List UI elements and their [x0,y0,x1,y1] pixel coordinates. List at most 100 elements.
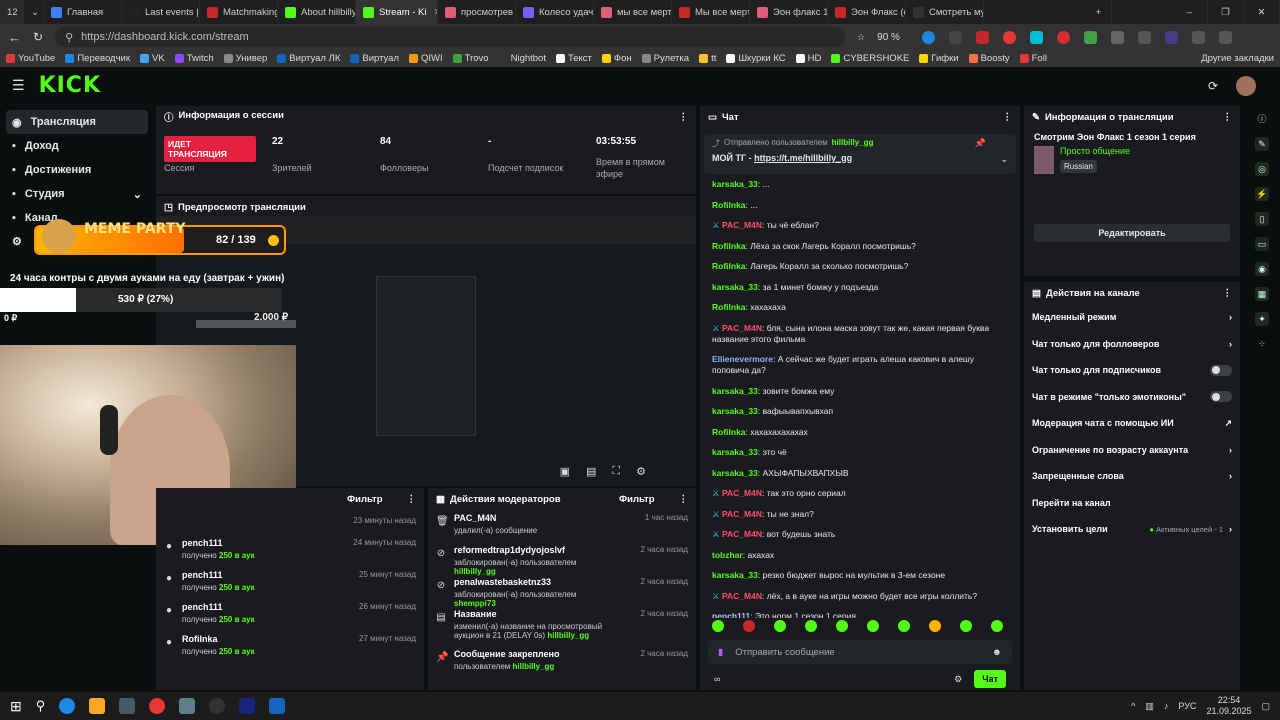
extension-icon[interactable] [1083,30,1097,44]
chat-message[interactable]: karsaka_33: ... [700,178,1020,191]
clock[interactable]: 22:54 21.09.2025 [1206,695,1251,717]
emote-icon[interactable] [805,620,817,632]
sidebar-item-studio[interactable]: ▪ Студия ⌄ [0,182,154,206]
chat-username[interactable]: karsaka_33 [712,447,758,457]
chat-username[interactable]: Rofilnka [712,302,746,312]
browser-tab[interactable]: Last events | [122,0,200,24]
extension-icon[interactable] [1029,30,1043,44]
sidebar-item-stream[interactable]: ◉ Трансляция [6,110,148,134]
more-options-icon[interactable]: ⋮ [679,112,689,123]
bookmark-item[interactable]: VK [140,53,165,64]
chat-username[interactable]: Rofilnka [712,241,746,251]
extension-icon[interactable] [921,30,935,44]
browser-tab[interactable]: мы все мерт [594,0,672,24]
bookmark-item[interactable]: Foll [1019,53,1047,64]
channel-action-item[interactable]: Модерация чата с помощью ИИ ↗ [1024,410,1240,437]
tab-list-icon[interactable]: ⌄ [24,0,44,24]
folder-icon[interactable] [89,698,106,714]
search-icon[interactable]: ⚲ [36,698,46,714]
channel-action-item[interactable]: Чат только для фолловеров › [1024,331,1240,358]
broadcast-icon[interactable]: ◉ [1255,262,1269,276]
more-options-icon[interactable]: ⋮ [407,494,417,505]
chat-username[interactable]: PAC_M4N [722,220,762,230]
bookmark-item[interactable]: Универ [223,53,267,64]
extension-icon[interactable] [1164,30,1178,44]
extension-icon[interactable] [1056,30,1070,44]
more-options-icon[interactable]: ⋮ [1223,112,1233,123]
calculator-icon[interactable] [119,698,136,714]
chat-message[interactable]: Rofilnka: Лёха за скок Лагерь Коралл пос… [700,240,1020,253]
minimize-button[interactable]: – [1172,0,1208,24]
bookmark-item[interactable]: YouTube [6,53,55,64]
bookmark-item[interactable]: Twitch [174,53,214,64]
wrench-icon[interactable]: ✦ [1255,312,1269,326]
layers-icon[interactable]: ▦ [1255,287,1269,301]
chat-message[interactable]: karsaka_33: это чё [700,446,1020,459]
emoji-picker-icon[interactable]: ☻ [992,647,1002,658]
chat-message[interactable]: ⚔ PAC_M4N: ты не знал? [700,508,1020,521]
emote-icon[interactable] [991,620,1003,632]
chevron-down-icon[interactable]: ⌄ [1000,154,1008,165]
chat-message[interactable]: Rofilnka: хахахахахахах [700,426,1020,439]
downloads-icon[interactable] [1218,30,1232,44]
chat-username[interactable]: Ellienevermore [712,354,773,364]
bookmark-item[interactable]: Переводчик [65,53,130,64]
bookmark-item[interactable]: Фон [601,53,632,64]
maximize-button[interactable]: ❐ [1208,0,1244,24]
browser-tab[interactable]: Эон флакс 19 [750,0,828,24]
extension-icon[interactable] [975,30,989,44]
bookmark-item[interactable]: CYBERSHOKE [831,53,909,64]
browser-tab[interactable]: Stream - Ki✕ [356,0,438,24]
chat-username[interactable]: karsaka_33 [712,179,758,189]
chat-username[interactable]: PAC_M4N [722,323,762,333]
chat-username[interactable]: karsaka_33 [712,570,758,580]
new-tab-button[interactable]: + [1086,0,1112,24]
chat-message[interactable]: Rofilnka: хахахаха [700,301,1020,314]
points-icon[interactable]: ∞ [714,674,720,684]
chat-message[interactable]: tobzhar: ахахах [700,549,1020,562]
chat-message[interactable]: ⚔ PAC_M4N: ты чё еблан? [700,219,1020,232]
windows-start-icon[interactable]: ⊞ [10,698,22,715]
channel-action-item[interactable]: Установить цели ● Активных целей - 1 › [1024,516,1240,543]
chat-message[interactable]: Rofilnka: ... [700,199,1020,212]
target-icon[interactable]: ◎ [1255,162,1269,176]
chat-username[interactable]: Rofilnka [712,261,746,271]
picture-in-picture-icon[interactable]: ▣ [560,465,570,478]
tab-counter[interactable]: 12 [0,0,24,24]
chat-username[interactable]: Rofilnka [712,200,746,210]
emote-icon[interactable] [774,620,786,632]
toggle-switch[interactable] [1210,364,1232,376]
channel-action-item[interactable]: Медленный режим › [1024,304,1240,331]
chat-username[interactable]: karsaka_33 [712,386,758,396]
channel-action-item[interactable]: Чат в режиме "только эмотиконы" [1024,384,1240,411]
browser-tab[interactable]: Эон Флакс (с [828,0,906,24]
edit-stream-button[interactable]: Редактировать [1034,224,1230,242]
pinned-message[interactable]: ⤴ Отправлено пользователем hillbilly_gg … [704,134,1016,174]
extension-icon[interactable] [1137,30,1151,44]
more-options-icon[interactable]: ⋮ [1223,288,1233,299]
activity-filter-button[interactable]: Фильтр [347,494,382,505]
site-info-icon[interactable]: ⚲ [65,31,73,44]
apps-icon[interactable]: ⁘ [1255,337,1269,351]
notifications-icon[interactable]: ⟳ [1208,79,1218,93]
settings-icon[interactable]: ⚙ [636,465,646,478]
chat-username[interactable]: tobzhar [712,550,743,560]
language-indicator[interactable]: РУС [1178,701,1196,711]
edge-icon[interactable] [59,698,76,714]
zoom-indicator[interactable]: 90 % [877,32,900,43]
audition-icon[interactable] [239,698,256,714]
chat-input[interactable]: ▮ Отправить сообщение ☻ [708,640,1012,664]
bookmark-item[interactable]: Trovo [452,53,489,64]
back-icon[interactable]: ← [8,30,21,45]
extensions-puzzle-icon[interactable] [1191,30,1205,44]
channel-action-item[interactable]: Ограничение по возрасту аккаунта › [1024,437,1240,464]
other-bookmarks[interactable]: Другие закладки [1201,53,1274,64]
emote-icon[interactable] [712,620,724,632]
sidebar-item-income[interactable]: ▪ Доход [0,134,154,158]
kick-logo[interactable]: KICK [39,73,101,98]
chat-username[interactable]: karsaka_33 [712,282,758,292]
chat-message[interactable]: karsaka_33: резко бюджет вырос на мульти… [700,569,1020,582]
channel-action-item[interactable]: Перейти на канал [1024,490,1240,517]
document-icon[interactable]: ▯ [1255,212,1269,226]
chat-username[interactable]: PAC_M4N [722,509,762,519]
